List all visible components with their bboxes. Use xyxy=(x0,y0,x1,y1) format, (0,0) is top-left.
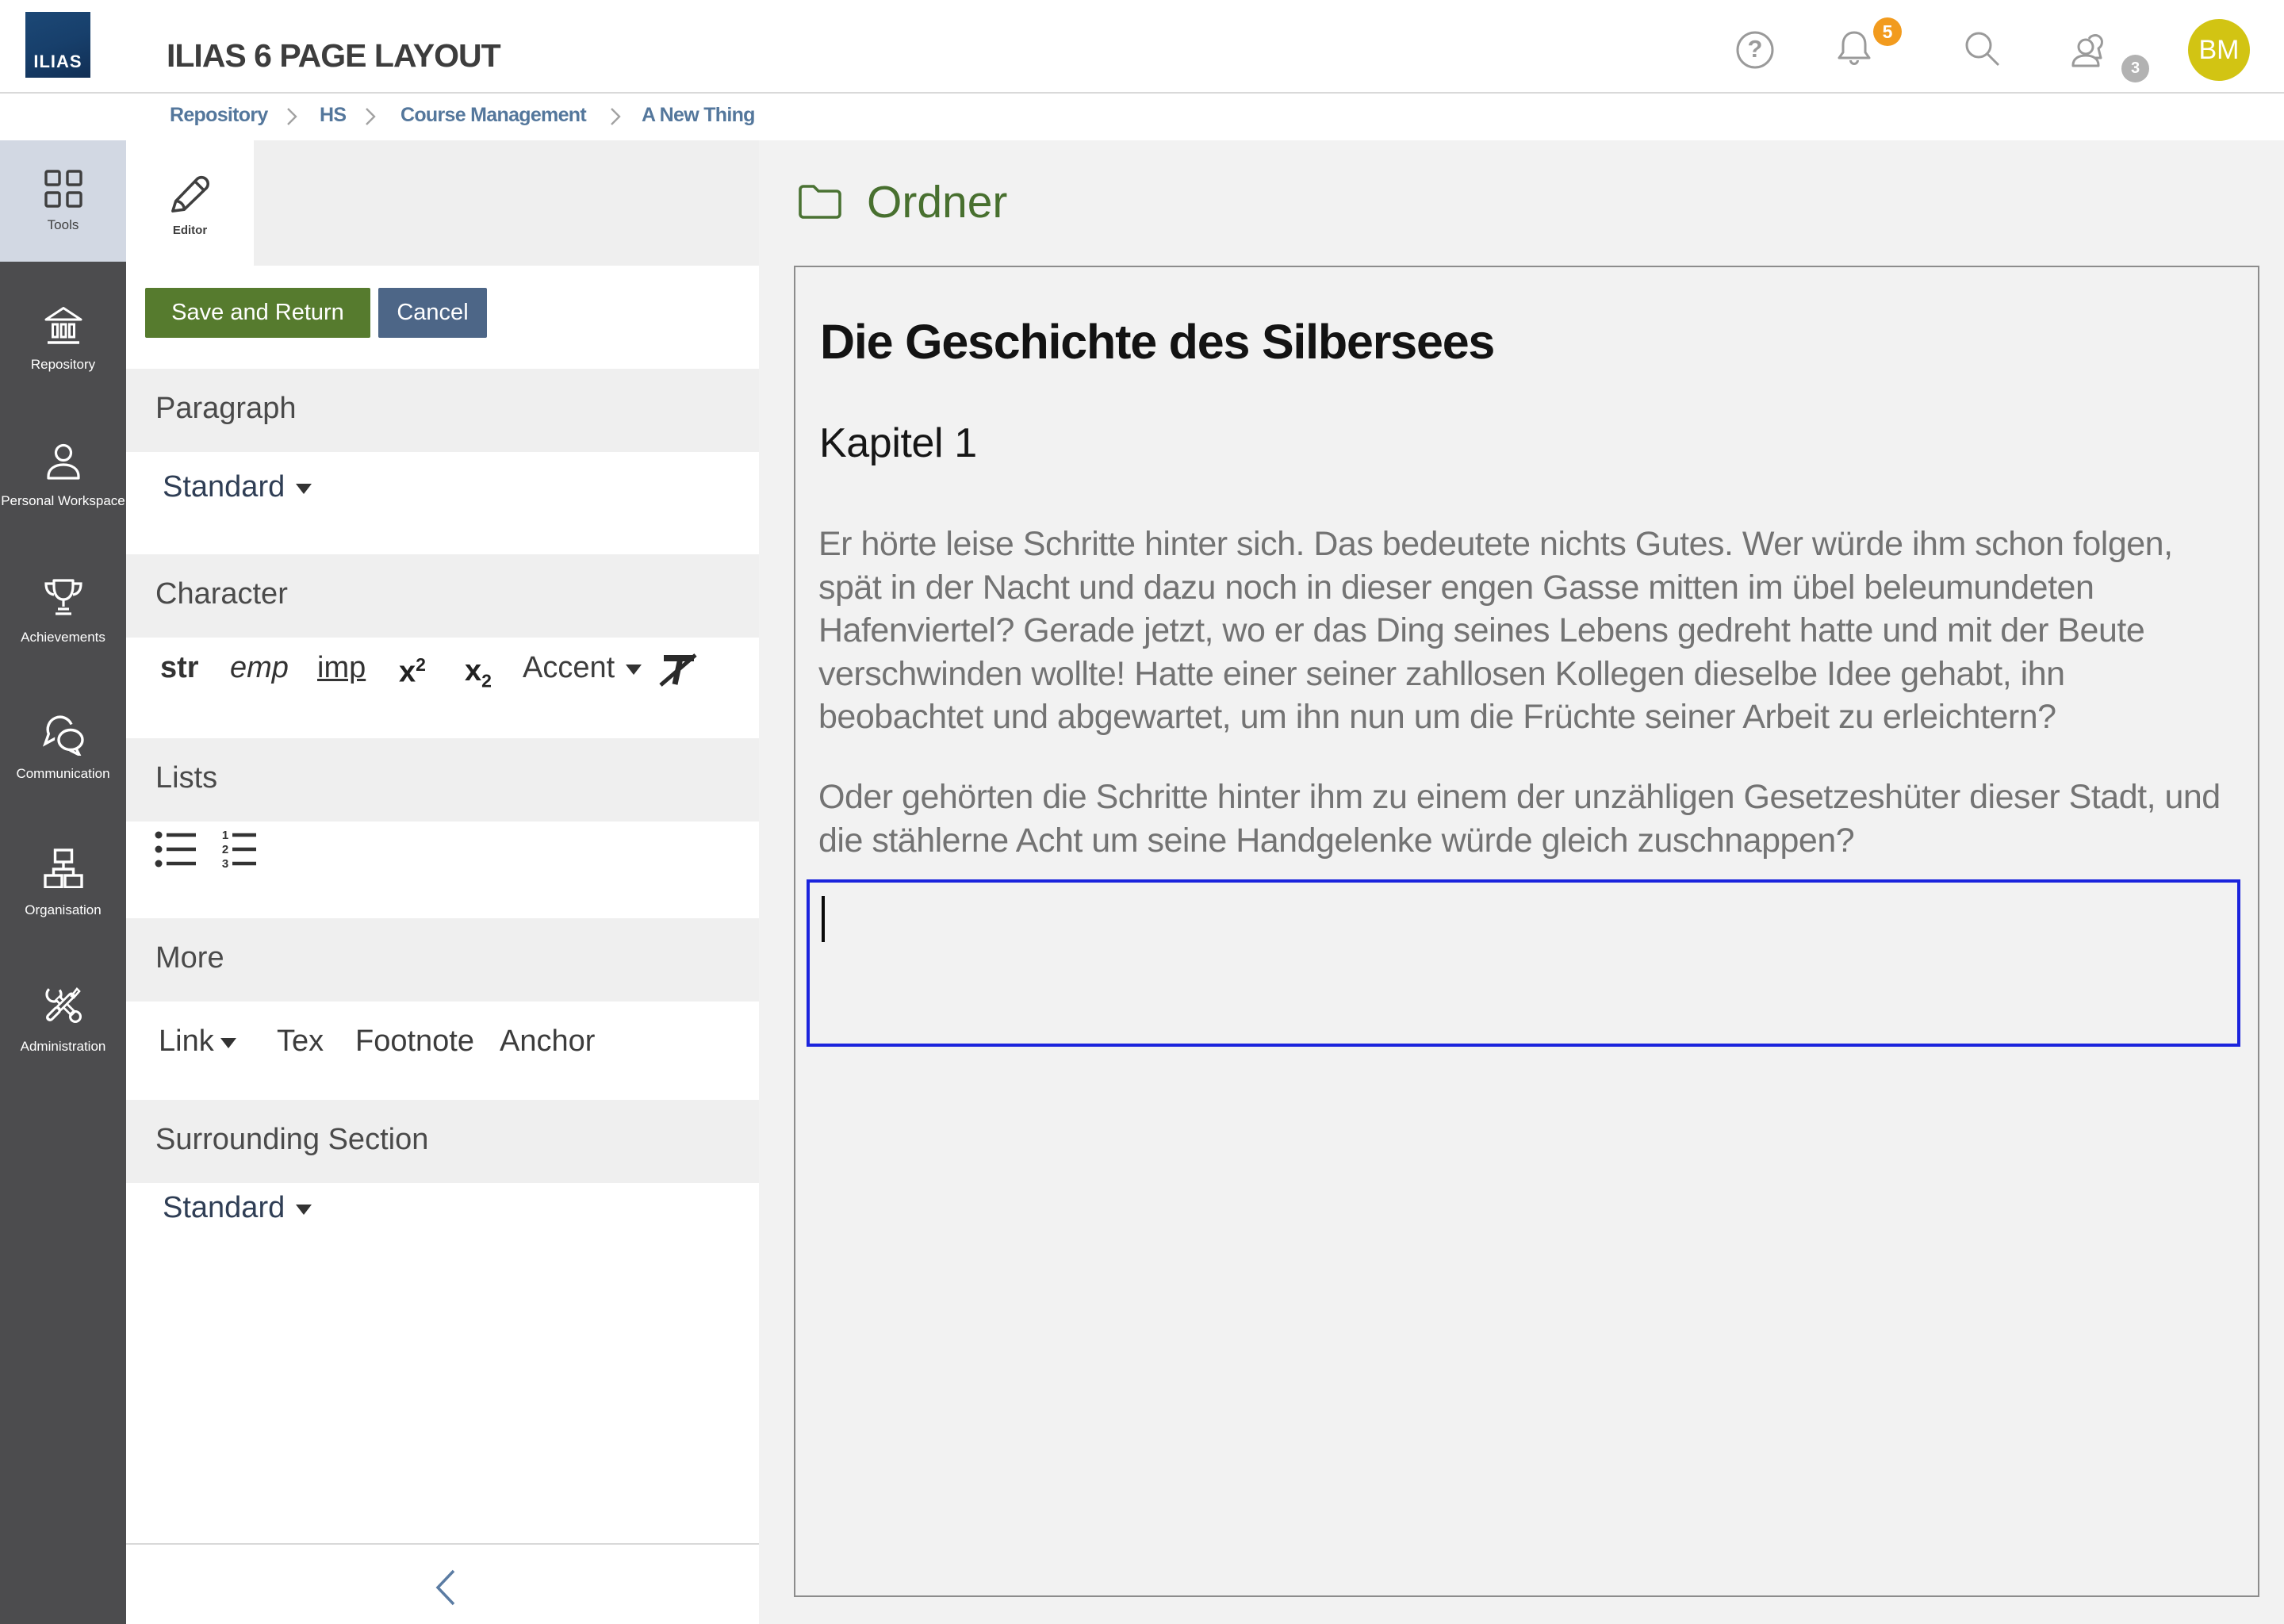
svg-text:2: 2 xyxy=(222,843,228,856)
svg-text:1: 1 xyxy=(222,829,228,842)
svg-text:?: ? xyxy=(1748,35,1763,63)
svg-text:3: 3 xyxy=(222,857,228,869)
